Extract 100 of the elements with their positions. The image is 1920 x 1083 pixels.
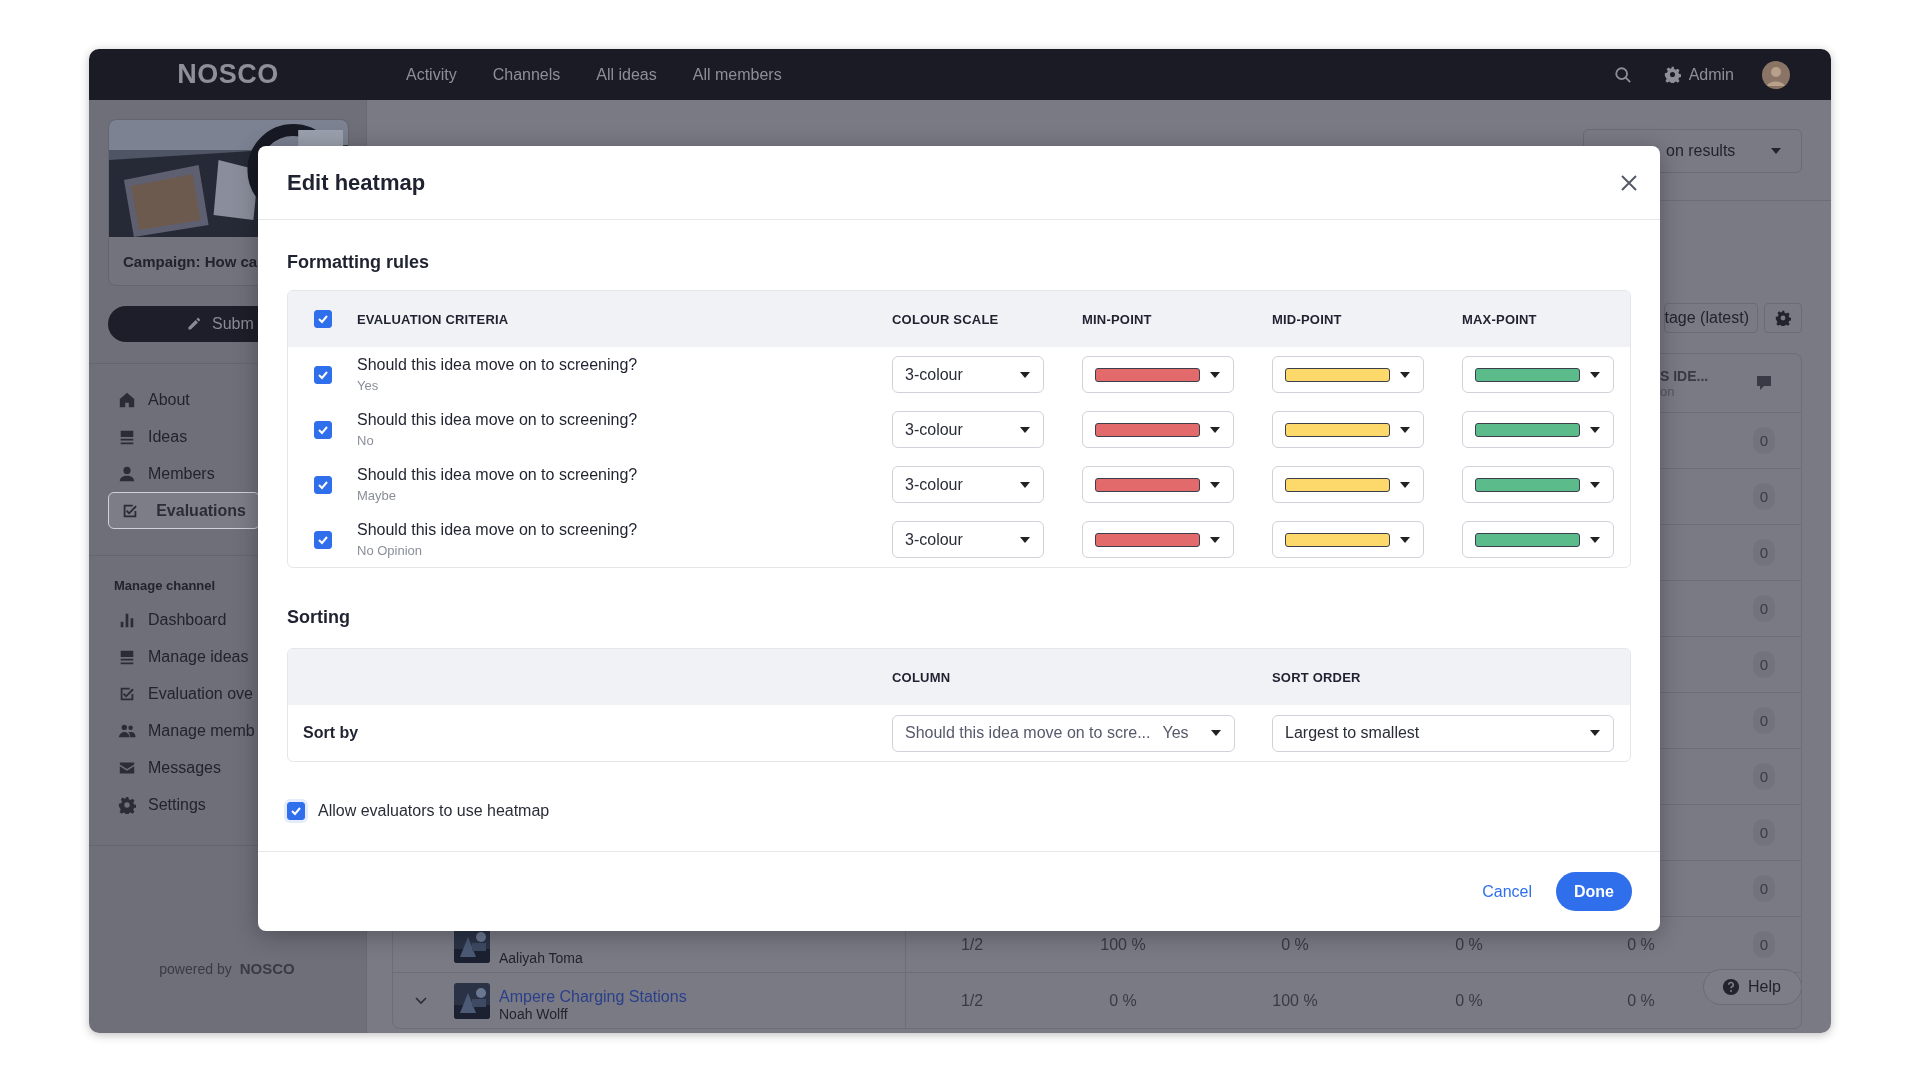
- sidebar-item[interactable]: Manage ideas: [108, 638, 346, 675]
- caret-icon: [1590, 426, 1600, 433]
- idea-link[interactable]: Ampere Charging Stations: [499, 988, 687, 1006]
- settings-icon[interactable]: [1663, 66, 1681, 83]
- comment-count: 0: [1752, 931, 1776, 958]
- colour-select[interactable]: [1272, 411, 1424, 448]
- author-name: Aaliyah Toma: [499, 950, 583, 966]
- sidebar-item[interactable]: Messages: [108, 749, 346, 786]
- colour-scale-select[interactable]: 3-colour: [892, 466, 1044, 503]
- sidebar-item[interactable]: About: [108, 381, 346, 418]
- comment-count: 0: [1752, 707, 1776, 734]
- table-cell: 0 %: [1627, 935, 1655, 954]
- logo[interactable]: NOSCO: [177, 59, 279, 90]
- table-cell: 0 %: [1109, 991, 1137, 1010]
- settings-button[interactable]: [1764, 303, 1802, 333]
- caret-icon: [1020, 536, 1030, 543]
- caret-icon: [1211, 730, 1221, 736]
- comment-count: 0: [1752, 595, 1776, 622]
- criterion-answer: No Opinion: [357, 543, 424, 558]
- admin-link[interactable]: Admin: [1688, 65, 1734, 84]
- colour-scale-select[interactable]: 3-colour: [892, 356, 1044, 393]
- checkbox[interactable]: [287, 802, 305, 820]
- checkbox[interactable]: [313, 420, 332, 439]
- colour-select[interactable]: [1082, 521, 1234, 558]
- sidebar-item[interactable]: Members: [108, 455, 346, 492]
- comment-count: 0: [1752, 539, 1776, 566]
- colour-select[interactable]: [1462, 466, 1614, 503]
- criterion-question: Should this idea move on to screening?: [357, 356, 639, 374]
- help-button[interactable]: Help: [1703, 969, 1802, 1005]
- caret-icon: [1771, 148, 1781, 154]
- column-header: COLUMN: [892, 669, 951, 685]
- checkbox-label: Allow evaluators to use heatmap: [318, 802, 550, 820]
- column-header: EVALUATION CRITERIA: [357, 311, 509, 327]
- criterion-question: Should this idea move on to screening?: [357, 411, 639, 429]
- criterion-answer: Maybe: [357, 488, 398, 503]
- comment-count: 0: [1752, 427, 1776, 454]
- checkmark-icon: [290, 805, 302, 817]
- table-cell: 0 %: [1281, 935, 1309, 954]
- column-header: S IDE...: [1660, 367, 1709, 384]
- sidebar-item[interactable]: Ideas: [108, 418, 346, 455]
- colour-select[interactable]: [1082, 411, 1234, 448]
- colour-select[interactable]: [1462, 356, 1614, 393]
- checkbox[interactable]: [313, 365, 332, 384]
- nav-link[interactable]: Channels: [492, 65, 561, 84]
- checkmark-icon: [316, 313, 329, 325]
- colour-scale-select[interactable]: 3-colour: [892, 521, 1044, 558]
- comment-count: 0: [1752, 483, 1776, 510]
- close-icon[interactable]: [1619, 172, 1639, 193]
- table-cell: 1/2: [960, 991, 984, 1010]
- comment-count: 0: [1752, 763, 1776, 790]
- comment-icon: [1756, 375, 1772, 391]
- sort-order-select[interactable]: Largest to smallest: [1272, 714, 1614, 752]
- caret-icon: [1590, 730, 1600, 736]
- nav-link[interactable]: All members: [692, 65, 782, 84]
- table-cell: 0 %: [1455, 991, 1483, 1010]
- nav-link[interactable]: Activity: [406, 65, 457, 84]
- campaign-title[interactable]: Campaign: How ca: [123, 252, 258, 270]
- checkbox[interactable]: [313, 310, 332, 328]
- caret-icon: [1400, 426, 1410, 433]
- column-header: MAX-POINT: [1462, 311, 1537, 327]
- avatar[interactable]: [1762, 60, 1790, 89]
- column-header: MID-POINT: [1272, 311, 1342, 327]
- colour-select[interactable]: [1462, 411, 1614, 448]
- caret-icon: [1020, 426, 1030, 433]
- checkbox[interactable]: [313, 475, 332, 494]
- criterion-question: Should this idea move on to screening?: [357, 466, 639, 484]
- version-button[interactable]: tage (latest): [1663, 303, 1758, 333]
- colour-select[interactable]: [1082, 356, 1234, 393]
- caret-icon: [1400, 371, 1410, 378]
- caret-icon: [1210, 371, 1220, 378]
- nav-link[interactable]: All ideas: [596, 65, 657, 84]
- colour-select[interactable]: [1272, 521, 1424, 558]
- cancel-button[interactable]: Cancel: [1482, 882, 1532, 901]
- caret-icon: [1400, 481, 1410, 488]
- person-icon: [118, 464, 136, 483]
- done-button[interactable]: Done: [1556, 872, 1632, 911]
- caret-icon: [1590, 536, 1600, 543]
- table-cell: 100 %: [1272, 991, 1318, 1010]
- caret-icon: [1590, 371, 1600, 378]
- column-select[interactable]: Should this idea move on to scre... Yes: [892, 714, 1235, 752]
- author-name: Noah Wolff: [499, 1006, 569, 1022]
- colour-select[interactable]: [1082, 466, 1234, 503]
- search-icon[interactable]: [1613, 65, 1632, 84]
- checkbox[interactable]: [313, 530, 332, 549]
- comment-count: 0: [1752, 875, 1776, 902]
- colour-select[interactable]: [1272, 356, 1424, 393]
- table-cell: 1/2: [960, 935, 984, 954]
- table-cell: 0 %: [1627, 991, 1655, 1010]
- sidebar-item[interactable]: Evaluations: [108, 492, 260, 529]
- column-header: COLOUR SCALE: [892, 311, 999, 327]
- colour-select[interactable]: [1272, 466, 1424, 503]
- table-cell: 100 %: [1100, 935, 1146, 954]
- sidebar-item[interactable]: Evaluation ove: [108, 675, 346, 712]
- chevron-icon[interactable]: [415, 996, 427, 1005]
- criterion-question: Should this idea move on to screening?: [357, 521, 639, 539]
- criterion-answer: No: [357, 433, 375, 448]
- colour-scale-select[interactable]: 3-colour: [892, 411, 1044, 448]
- colour-select[interactable]: [1462, 521, 1614, 558]
- column-header: SORT ORDER: [1272, 669, 1361, 685]
- help-icon: [1722, 978, 1740, 996]
